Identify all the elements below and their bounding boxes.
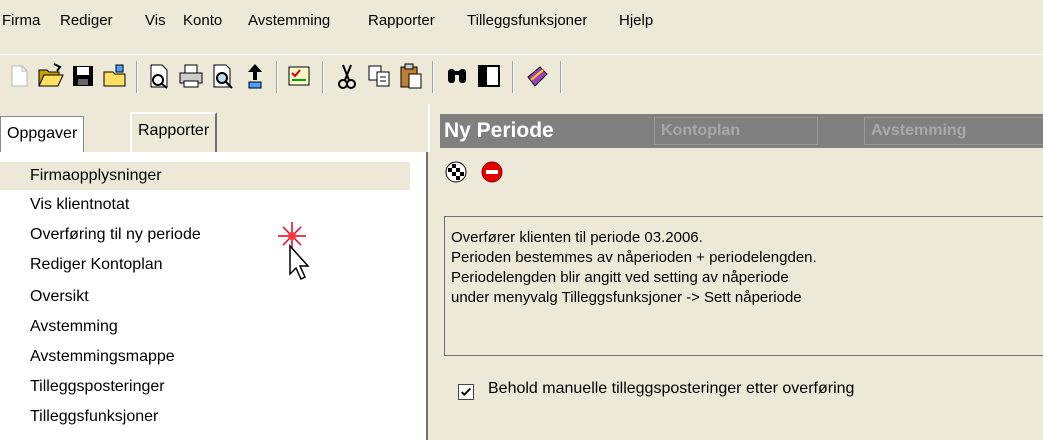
menu-firma[interactable]: Firma — [2, 12, 40, 29]
panel-header: Ny Periode Kontoplan Avstemming — [440, 114, 1043, 148]
task-overforing-ny-periode[interactable]: Overføring til ny periode — [30, 226, 201, 244]
header-kontoplan[interactable]: Kontoplan — [654, 117, 818, 145]
task-vis-klientnotat[interactable]: Vis klientnotat — [30, 196, 129, 214]
menu-rapporter[interactable]: Rapporter — [368, 12, 435, 29]
info-line: Perioden bestemmes av nåperioden + perio… — [451, 249, 817, 266]
task-oversikt[interactable]: Oversikt — [30, 288, 89, 306]
keep-postings-checkbox[interactable] — [458, 384, 474, 400]
keep-postings-label: Behold manuelle tilleggsposteringer ette… — [488, 380, 855, 397]
tab-oppgaver[interactable]: Oppgaver — [0, 116, 85, 152]
menu-hjelp[interactable]: Hjelp — [619, 12, 653, 29]
menu-tilleggsfunksjoner[interactable]: Tilleggsfunksjoner — [467, 12, 587, 29]
task-tilleggsposteringer[interactable]: Tilleggsposteringer — [30, 378, 165, 396]
header-ny-periode[interactable]: Ny Periode — [444, 114, 554, 148]
task-rediger-kontoplan[interactable]: Rediger Kontoplan — [30, 256, 163, 274]
info-line: Periodelengden blir angitt ved setting a… — [451, 269, 789, 286]
help-book-icon[interactable] — [522, 61, 552, 91]
tab-rapporter[interactable]: Rapporter — [130, 112, 218, 152]
menu-rediger[interactable]: Rediger — [60, 12, 113, 29]
print-icon[interactable] — [176, 61, 206, 91]
panel-icon[interactable] — [474, 61, 504, 91]
menu-vis[interactable]: Vis — [145, 12, 166, 29]
menu-konto[interactable]: Konto — [183, 12, 222, 29]
action-bar — [440, 150, 1043, 200]
print-preview-icon[interactable] — [208, 61, 238, 91]
save-icon[interactable] — [68, 61, 98, 91]
menu-bar: Firma Rediger Vis Konto Avstemming Rappo… — [0, 0, 1043, 52]
checkered-flag-icon[interactable] — [444, 160, 468, 184]
left-tabs: Oppgaver Rapporter — [0, 104, 430, 152]
task-firmaopplysninger[interactable]: Firmaopplysninger — [0, 162, 410, 190]
export-icon[interactable] — [240, 61, 270, 91]
task-avstemming[interactable]: Avstemming — [30, 318, 118, 336]
menu-avstemming[interactable]: Avstemming — [248, 12, 330, 29]
toolbar — [0, 54, 1043, 99]
new-document-icon[interactable] — [4, 61, 34, 91]
info-box: Overfører klienten til periode 03.2006. … — [444, 216, 1043, 356]
checklist-icon[interactable] — [284, 61, 314, 91]
stop-icon[interactable] — [480, 160, 504, 184]
task-avstemmingsmappe[interactable]: Avstemmingsmappe — [30, 348, 175, 366]
task-tilleggsfunksjoner[interactable]: Tilleggsfunksjoner — [30, 408, 158, 426]
checkmark-icon — [460, 387, 472, 396]
find-icon[interactable] — [442, 61, 472, 91]
info-line: under menyvalg Tilleggsfunksjoner -> Set… — [451, 289, 802, 306]
close-folder-icon[interactable] — [100, 61, 130, 91]
preview-document-icon[interactable] — [144, 61, 174, 91]
copy-icon[interactable] — [364, 61, 394, 91]
task-list: Firmaopplysninger Vis klientnotat Overfø… — [0, 152, 428, 440]
mouse-cursor-icon — [278, 222, 310, 281]
paste-icon[interactable] — [396, 61, 426, 91]
cut-icon[interactable] — [332, 61, 362, 91]
info-line: Overfører klienten til periode 03.2006. — [451, 229, 703, 246]
open-folder-icon[interactable] — [36, 61, 66, 91]
header-avstemming[interactable]: Avstemming — [864, 117, 1043, 145]
